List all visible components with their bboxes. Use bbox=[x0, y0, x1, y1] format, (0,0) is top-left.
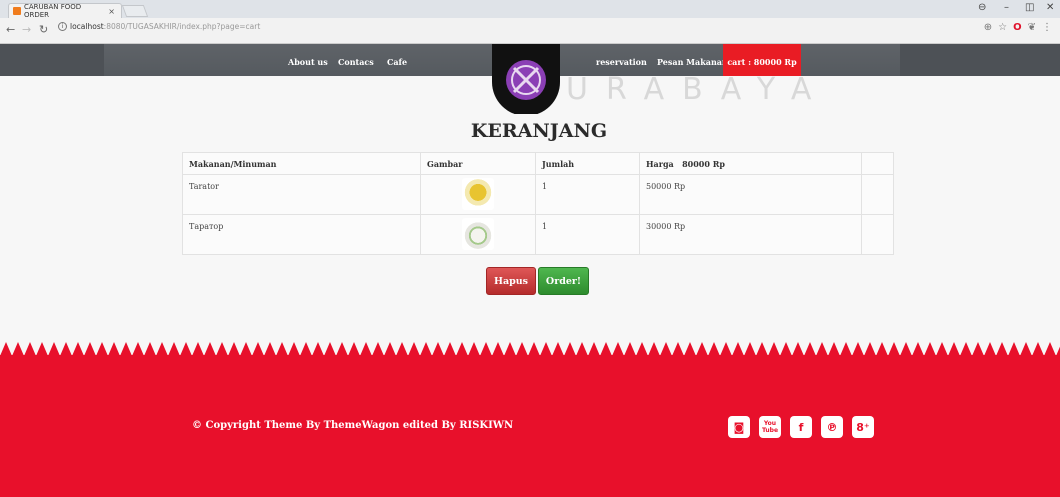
browser-tab-bar: CARUBAN FOOD ORDER × ⊖ – ◫ ✕ bbox=[0, 0, 1060, 19]
social-links: ◙ You Tube f ℗ 8⁺ bbox=[728, 416, 874, 438]
browser-extensions: ⊕ ☆ O ❦ ⋮ bbox=[984, 22, 1052, 33]
table-row: Tarator 1 50000 Rp bbox=[182, 174, 894, 215]
google-plus-icon[interactable]: 8⁺ bbox=[852, 416, 874, 438]
bookmark-star-icon[interactable]: ☆ bbox=[998, 22, 1007, 33]
copyright-text: © Copyright Theme By ThemeWagon edited B… bbox=[192, 420, 514, 431]
back-icon[interactable]: ← bbox=[6, 23, 15, 36]
footer bbox=[0, 355, 1060, 497]
cell-image bbox=[420, 214, 536, 255]
col-header-item: Makanan/Minuman bbox=[182, 152, 421, 175]
cell-item-name: Таратор bbox=[182, 214, 421, 255]
url-field[interactable]: i localhost:8080/TUGASAKHIR/index.php?pa… bbox=[58, 22, 260, 31]
browser-tab[interactable]: CARUBAN FOOD ORDER × bbox=[8, 3, 122, 19]
zoom-icon[interactable]: ⊕ bbox=[984, 22, 992, 33]
col-header-action bbox=[861, 152, 894, 175]
favicon-icon bbox=[13, 7, 21, 15]
tab-title: CARUBAN FOOD ORDER bbox=[23, 3, 82, 19]
col-header-qty: Jumlah bbox=[535, 152, 640, 175]
reload-icon[interactable]: ↻ bbox=[39, 23, 48, 36]
cell-action bbox=[861, 174, 894, 215]
cell-action bbox=[861, 214, 894, 255]
extension-icon[interactable]: ❦ bbox=[1028, 22, 1036, 33]
col-header-image: Gambar bbox=[420, 152, 536, 175]
menu-icon[interactable]: ⋮ bbox=[1042, 22, 1052, 33]
address-bar: ← → ↻ i localhost:8080/TUGASAKHIR/index.… bbox=[0, 18, 1060, 44]
page-title: KERANJANG bbox=[470, 120, 608, 142]
cell-item-name: Tarator bbox=[182, 174, 421, 215]
instagram-icon[interactable]: ◙ bbox=[728, 416, 750, 438]
cafe-logo[interactable] bbox=[492, 44, 560, 114]
table-header-row: Makanan/Minuman Gambar Jumlah Harga 8000… bbox=[182, 152, 894, 175]
nav-about-us[interactable]: About us bbox=[288, 57, 328, 67]
food-image bbox=[462, 178, 494, 210]
food-image bbox=[462, 218, 494, 250]
cart-table: Makanan/Minuman Gambar Jumlah Harga 8000… bbox=[182, 152, 894, 255]
watermark-text: URABAYA bbox=[566, 72, 830, 107]
info-icon[interactable]: i bbox=[58, 22, 67, 31]
cell-price: 50000 Rp bbox=[639, 174, 862, 215]
order-button[interactable]: Order! bbox=[538, 267, 589, 295]
youtube-icon[interactable]: You Tube bbox=[759, 416, 781, 438]
cell-qty: 1 bbox=[535, 174, 640, 215]
forward-icon[interactable]: → bbox=[22, 23, 31, 36]
restore-icon[interactable]: ◫ bbox=[1025, 2, 1034, 13]
footer-zigzag bbox=[0, 342, 1060, 356]
close-window-icon[interactable]: ✕ bbox=[1046, 2, 1054, 13]
col-header-price: Harga 80000 Rp bbox=[639, 152, 862, 175]
opera-extension-icon[interactable]: O bbox=[1013, 22, 1022, 33]
nav-cafe[interactable]: Cafe bbox=[387, 57, 407, 67]
profile-icon[interactable]: ⊖ bbox=[978, 2, 986, 13]
nav-contacs[interactable]: Contacs bbox=[338, 57, 374, 67]
cell-image bbox=[420, 174, 536, 215]
nav-pesan-makanan[interactable]: Pesan Makanan bbox=[657, 57, 728, 67]
cell-price: 30000 Rp bbox=[639, 214, 862, 255]
pinterest-icon[interactable]: ℗ bbox=[821, 416, 843, 438]
new-tab-button[interactable] bbox=[121, 5, 149, 17]
facebook-icon[interactable]: f bbox=[790, 416, 812, 438]
tab-close-icon[interactable]: × bbox=[108, 7, 115, 16]
minimize-icon[interactable]: – bbox=[1004, 2, 1009, 13]
hapus-button[interactable]: Hapus bbox=[486, 267, 536, 295]
table-row: Таратор 1 30000 Rp bbox=[182, 214, 894, 255]
cell-qty: 1 bbox=[535, 214, 640, 255]
nav-reservation[interactable]: reservation bbox=[596, 57, 647, 67]
